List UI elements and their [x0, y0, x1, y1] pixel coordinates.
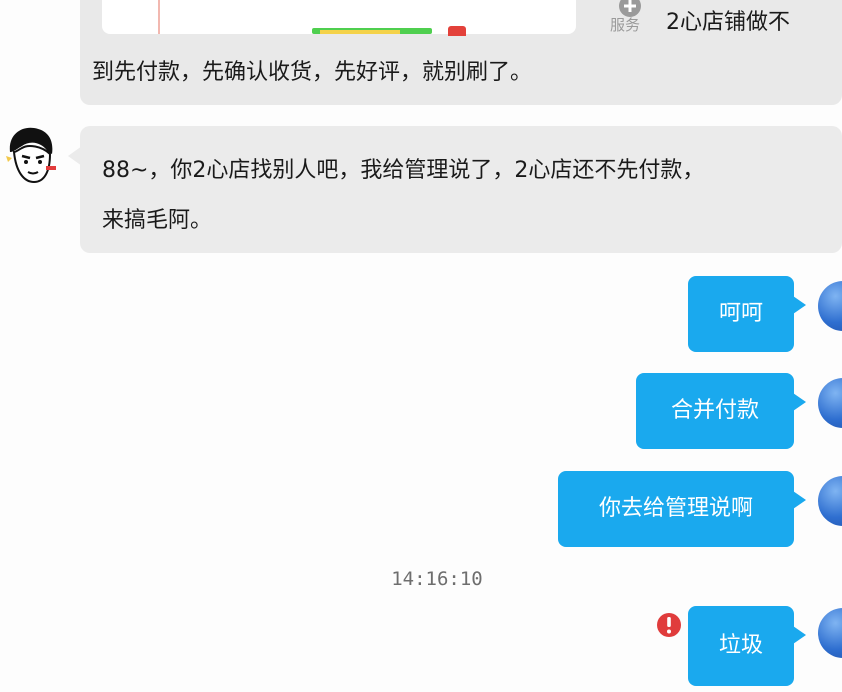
- message-text: 88~，你2心店找别人吧，我给管理说了，2心店还不先付款， 来搞毛阿。: [102, 146, 822, 246]
- outgoing-message-bubble: 垃圾: [688, 606, 794, 686]
- message-line: 来搞毛阿。: [102, 208, 213, 233]
- outgoing-message-bubble: 呵呵: [688, 276, 794, 352]
- avatar[interactable]: [2, 122, 62, 186]
- chat-window: 服务 2心店铺做不 到先付款，先确认收货，先好评，就别刷了。 88~，你2心店找…: [0, 0, 842, 692]
- bubble-tail: [793, 626, 806, 644]
- avatar[interactable]: [818, 378, 842, 428]
- message-text: 2心店铺做不: [666, 10, 790, 35]
- avatar[interactable]: [818, 608, 842, 658]
- message-timestamp: 14:16:10: [391, 568, 483, 590]
- bubble-tail: [793, 296, 806, 314]
- avatar[interactable]: [818, 281, 842, 331]
- card-highlight: [320, 30, 400, 34]
- exclamation-circle-icon[interactable]: [656, 612, 682, 638]
- avatar[interactable]: [818, 476, 842, 526]
- bubble-tail: [793, 491, 806, 509]
- service-label: 服务: [610, 16, 641, 34]
- outgoing-message-bubble: 合并付款: [636, 373, 794, 449]
- message-line: 88~，你2心店找别人吧，我给管理说了，2心店还不先付款，: [102, 158, 705, 183]
- outgoing-message-bubble: 你去给管理说啊: [558, 471, 794, 547]
- message-text: 你去给管理说啊: [598, 496, 753, 521]
- bubble-tail: [68, 146, 82, 166]
- bubble-tail: [793, 393, 806, 411]
- message-text: 合并付款: [670, 398, 759, 423]
- message-text: 到先付款，先确认收货，先好评，就别刷了。: [92, 60, 533, 85]
- card-badge: [448, 26, 466, 36]
- message-text: 垃圾: [718, 633, 763, 658]
- message-text: 呵呵: [718, 301, 763, 326]
- card-divider: [158, 0, 160, 34]
